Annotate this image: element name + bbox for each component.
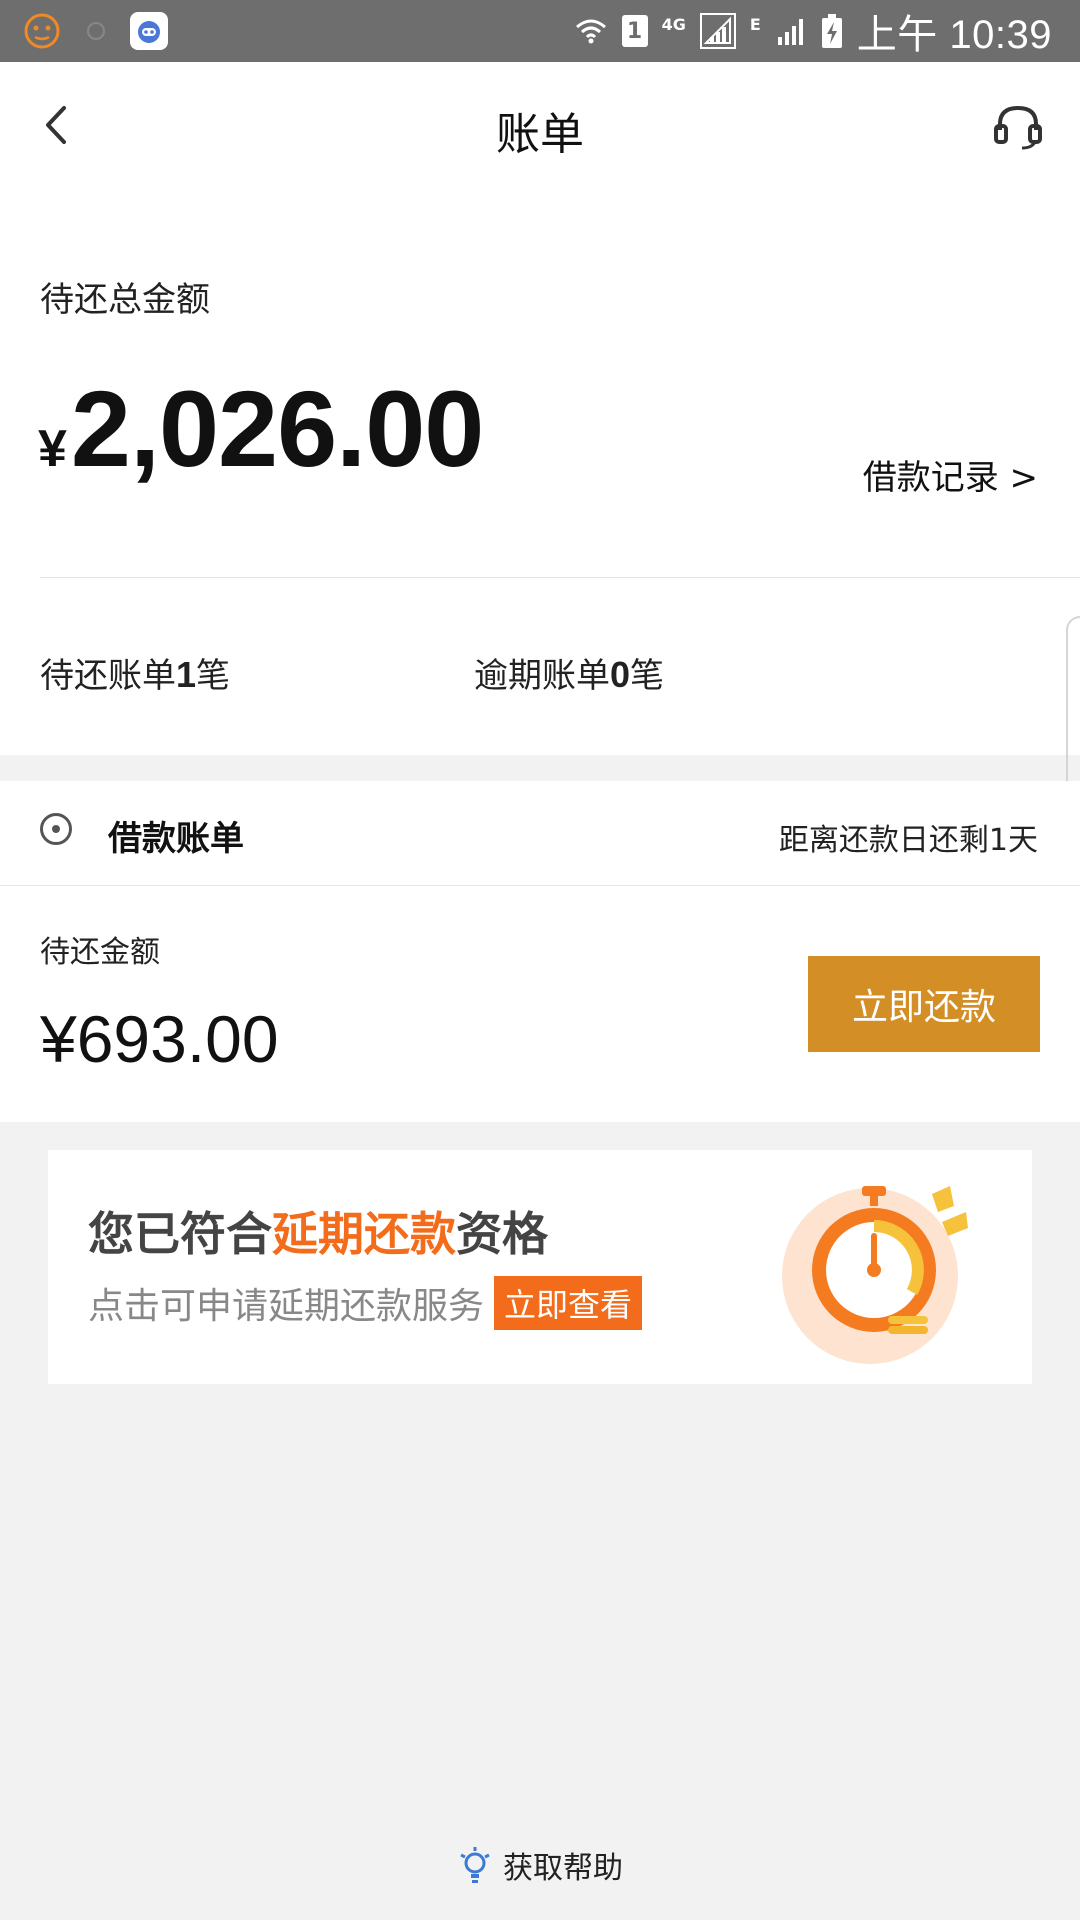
customer-service-headset-icon[interactable]: [992, 100, 1044, 152]
deferral-promo-banner[interactable]: 您已符合延期还款资格 点击可申请延期还款服务 立即查看: [48, 1150, 1032, 1384]
sim-slot-icon: 1: [621, 15, 648, 47]
banner-subline-text: 点击可申请延期还款服务: [88, 1286, 485, 1327]
loan-bill-card: 借款账单 距离还款日还剩1天 待还金额 ¥693.00 立即还款: [0, 781, 1080, 1122]
status-bar: 1 4G E 上午 10:39: [0, 0, 1080, 62]
currency-symbol: ¥: [38, 420, 67, 478]
status-bar-system: 1 4G E 上午 10:39: [574, 6, 1052, 57]
overdue-bills-prefix: 逾期账单: [474, 656, 610, 696]
overdue-bills-suffix: 笔: [630, 656, 665, 696]
get-help-link[interactable]: 获取帮助: [0, 1843, 1080, 1887]
bill-summary-section: 待还总金额 ¥ 2,026.00 借款记录 > 待还账单1笔 逾期账单0笔: [0, 188, 1080, 984]
divider: [40, 577, 1080, 578]
divider: [0, 885, 1080, 886]
battery-icon: [821, 14, 842, 48]
app-notification-icon: [24, 13, 60, 49]
overdue-bills-count: 逾期账单0笔: [474, 648, 664, 697]
banner-headline-highlight: 延期还款: [272, 1207, 456, 1261]
robot-app-icon: [130, 12, 168, 50]
loan-record-link[interactable]: 借款记录 >: [863, 450, 1038, 499]
status-bar-notifications: [22, 10, 168, 52]
banner-headline-prefix: 您已符合: [88, 1207, 272, 1261]
days-to-due-text: 距离还款日还剩1天: [778, 823, 1038, 858]
pending-bills-suffix: 笔: [196, 656, 231, 696]
banner-subline: 点击可申请延期还款服务 立即查看: [88, 1276, 643, 1330]
banner-headline: 您已符合延期还款资格: [88, 1198, 548, 1264]
repay-now-button[interactable]: 立即还款: [808, 956, 1040, 1052]
wifi-icon: [575, 19, 606, 44]
view-now-button[interactable]: 立即查看: [494, 1276, 643, 1330]
app-header: 账单: [0, 62, 1080, 188]
network-4g-label: 4G: [661, 14, 686, 34]
pending-bills-prefix: 待还账单: [40, 656, 176, 696]
clock: 上午 10:39: [856, 13, 1052, 57]
amount-due-value: ¥693.00: [40, 1002, 279, 1076]
sim-slot-number: 1: [626, 18, 643, 44]
pending-bills-number: 1: [176, 654, 197, 695]
banner-headline-suffix: 资格: [456, 1207, 548, 1261]
sync-icon: [87, 22, 105, 40]
page-title: 账单: [496, 109, 584, 160]
signal-icon: [699, 13, 736, 49]
loan-bill-header: 借款账单 距离还款日还剩1天: [0, 781, 1080, 885]
stopwatch-coins-illustration: [782, 1186, 968, 1364]
network-e-label: E: [749, 14, 761, 34]
lightbulb-icon: [460, 1847, 490, 1883]
signal-icon-2: [777, 19, 803, 45]
total-due-label: 待还总金额: [40, 280, 210, 320]
amount-due-label: 待还金额: [40, 935, 160, 970]
total-due-value: 2,026.00: [70, 368, 484, 489]
pending-bills-count: 待还账单1笔: [40, 648, 230, 697]
overdue-bills-number: 0: [610, 654, 631, 695]
get-help-label: 获取帮助: [503, 1851, 623, 1886]
total-due-amount: ¥ 2,026.00: [38, 366, 484, 491]
loan-bill-title: 借款账单: [108, 819, 244, 859]
bill-select-radio[interactable]: [40, 813, 72, 845]
